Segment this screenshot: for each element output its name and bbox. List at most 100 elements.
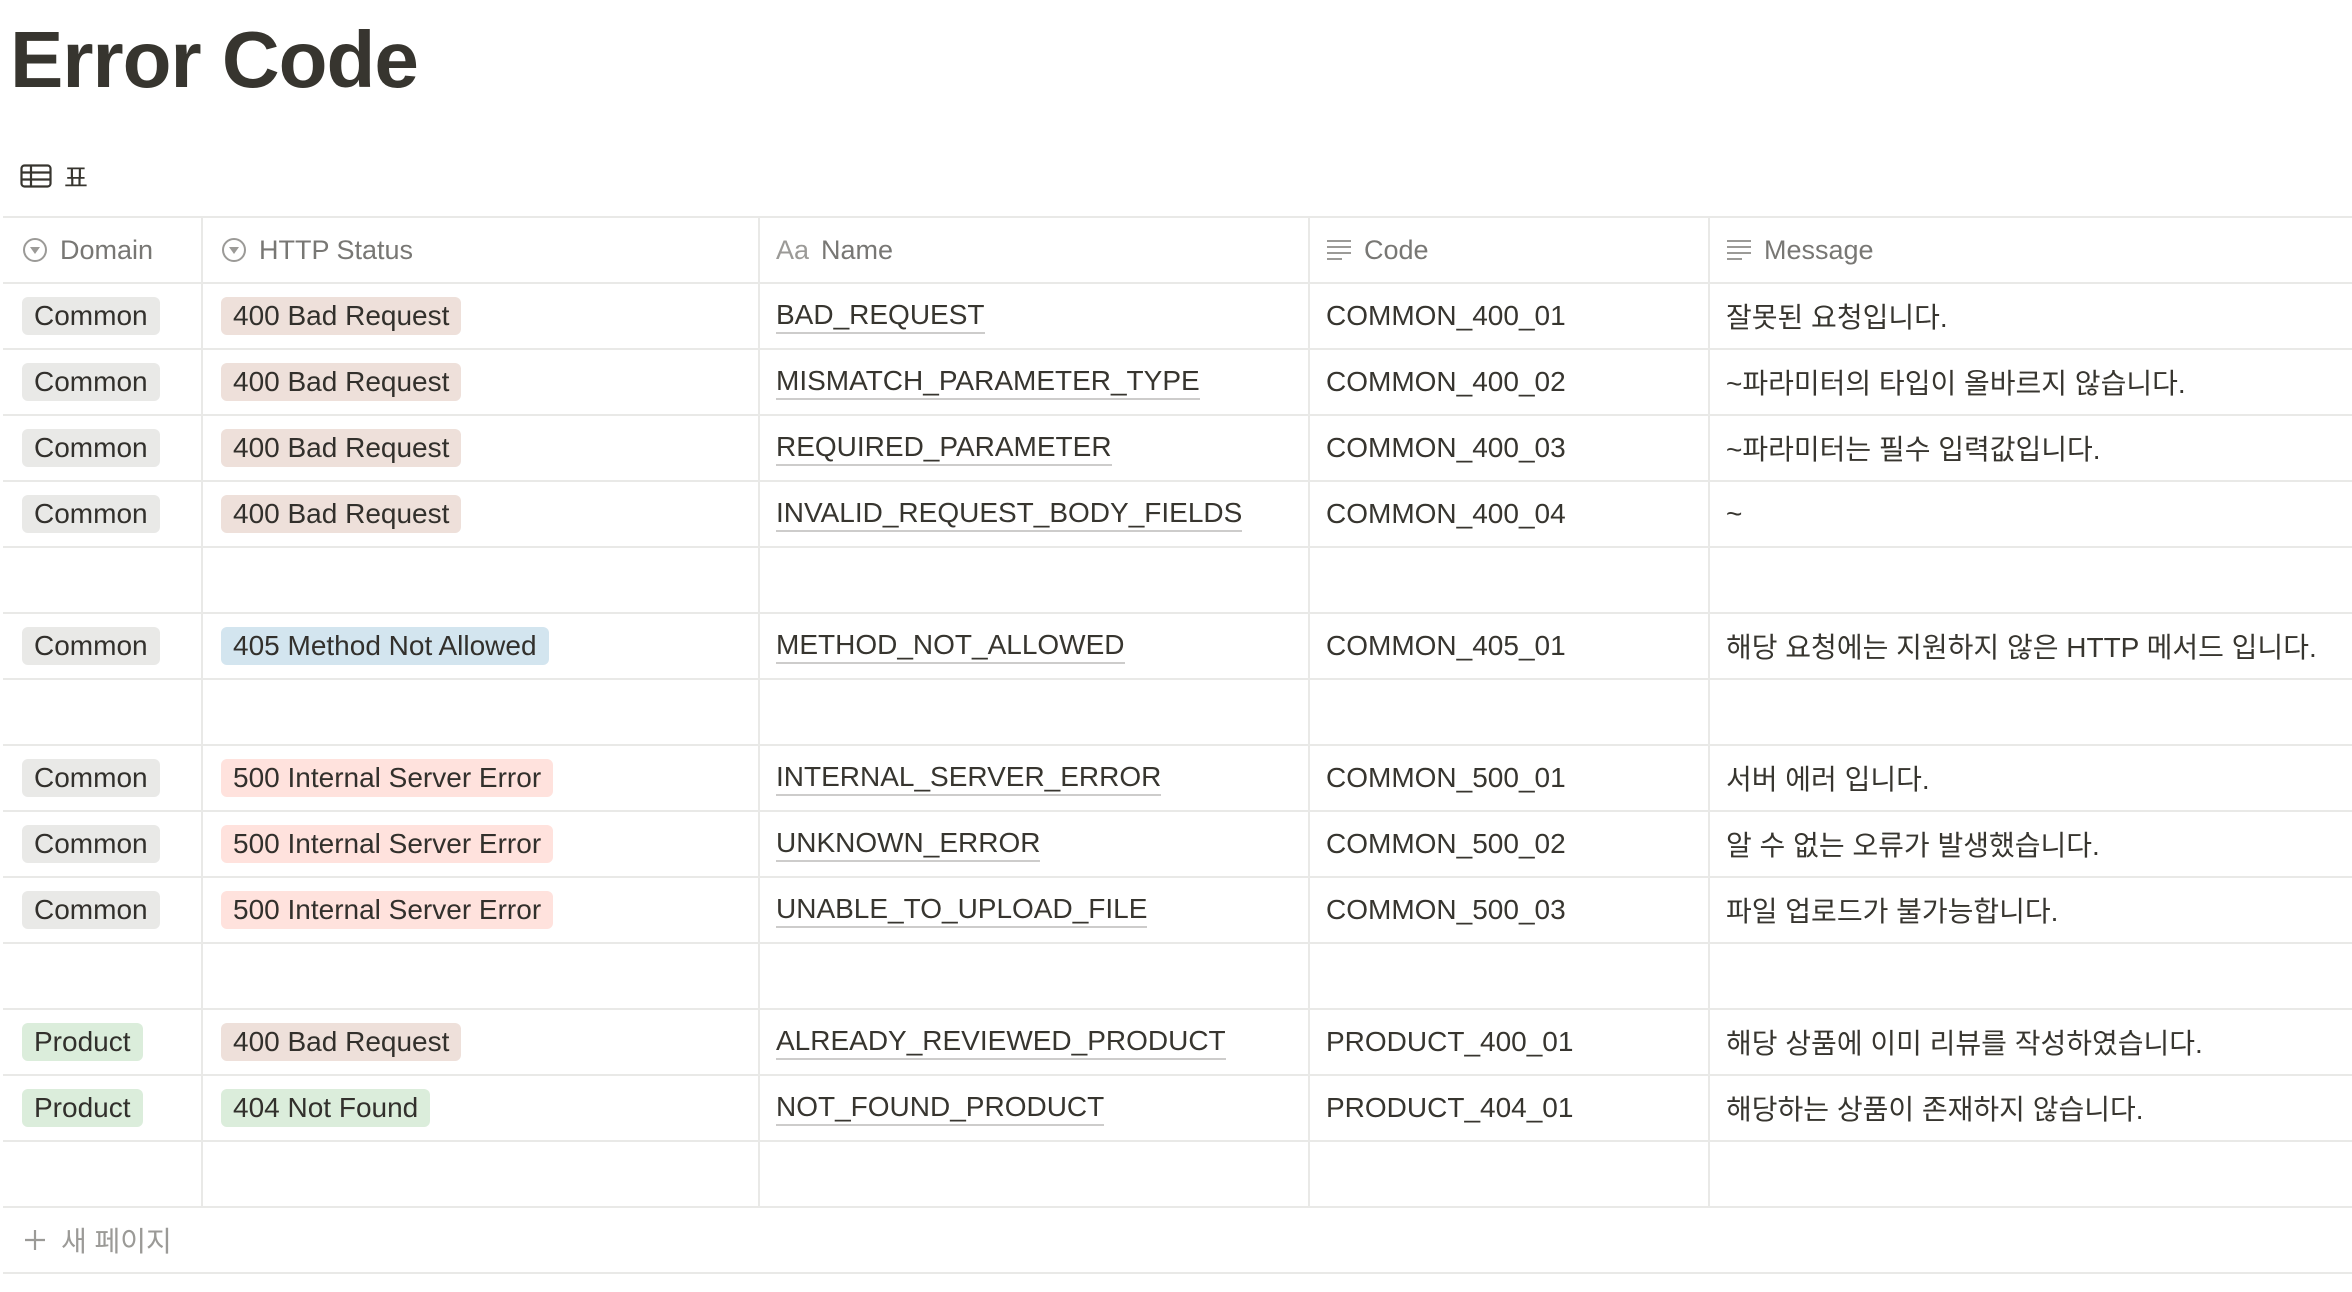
message-cell[interactable]: 해당 상품에 이미 리뷰를 작성하였습니다. — [1710, 1010, 2352, 1074]
table-row[interactable]: Common 500 Internal Server Error UNKNOWN_E… — [3, 812, 2352, 878]
name-cell[interactable] — [760, 548, 1310, 612]
code-cell[interactable]: COMMON_405_01 — [1310, 614, 1710, 678]
row-name-link[interactable]: INTERNAL_SERVER_ERROR — [776, 760, 1162, 796]
http-status-cell[interactable]: 500 Internal Server Error — [203, 746, 760, 810]
domain-cell[interactable]: Common — [3, 614, 203, 678]
http-status-cell[interactable]: 500 Internal Server Error — [203, 878, 760, 942]
message-cell[interactable]: 해당하는 상품이 존재하지 않습니다. — [1710, 1076, 2352, 1140]
code-cell[interactable] — [1310, 548, 1710, 612]
http-status-cell[interactable] — [203, 680, 760, 744]
message-cell[interactable]: 서버 에러 입니다. — [1710, 746, 2352, 810]
name-cell[interactable]: ALREADY_REVIEWED_PRODUCT — [760, 1010, 1310, 1074]
name-cell[interactable]: INVALID_REQUEST_BODY_FIELDS — [760, 482, 1310, 546]
code-cell[interactable]: COMMON_400_04 — [1310, 482, 1710, 546]
code-cell[interactable] — [1310, 1142, 1710, 1206]
name-cell[interactable]: NOT_FOUND_PRODUCT — [760, 1076, 1310, 1140]
domain-cell[interactable]: Common — [3, 416, 203, 480]
empty-table-row[interactable] — [3, 680, 2352, 746]
code-cell[interactable] — [1310, 680, 1710, 744]
row-name-link[interactable]: METHOD_NOT_ALLOWED — [776, 628, 1125, 664]
row-name-link[interactable]: INVALID_REQUEST_BODY_FIELDS — [776, 496, 1243, 532]
row-name-link[interactable]: UNABLE_TO_UPLOAD_FILE — [776, 892, 1148, 928]
http-status-cell[interactable] — [203, 944, 760, 1008]
table-row[interactable]: Product 400 Bad Request ALREADY_REVIEWED_P… — [3, 1010, 2352, 1076]
http-status-cell[interactable]: 400 Bad Request — [203, 482, 760, 546]
table-row[interactable]: Common 400 Bad Request INVALID_REQUEST_BOD… — [3, 482, 2352, 548]
message-cell[interactable]: 파일 업로드가 불가능합니다. — [1710, 878, 2352, 942]
name-cell[interactable] — [760, 1142, 1310, 1206]
domain-cell[interactable]: Common — [3, 284, 203, 348]
code-cell[interactable]: PRODUCT_400_01 — [1310, 1010, 1710, 1074]
domain-cell[interactable]: Product — [3, 1076, 203, 1140]
code-cell[interactable]: PRODUCT_404_01 — [1310, 1076, 1710, 1140]
row-name-link[interactable]: ALREADY_REVIEWED_PRODUCT — [776, 1024, 1226, 1060]
name-cell[interactable] — [760, 680, 1310, 744]
table-row[interactable]: Common 405 Method Not Allowed METHOD_NOT_A… — [3, 614, 2352, 680]
table-row[interactable]: Common 500 Internal Server Error INTERNAL_… — [3, 746, 2352, 812]
name-cell[interactable] — [760, 944, 1310, 1008]
table-row[interactable]: Common 400 Bad Request BAD_REQUEST COMMON_4… — [3, 284, 2352, 350]
column-header-name[interactable]: Aa Name — [760, 218, 1310, 282]
name-cell[interactable]: REQUIRED_PARAMETER — [760, 416, 1310, 480]
code-cell[interactable]: COMMON_500_01 — [1310, 746, 1710, 810]
domain-cell[interactable]: Common — [3, 746, 203, 810]
domain-cell[interactable] — [3, 548, 203, 612]
message-cell[interactable]: 해당 요청에는 지원하지 않은 HTTP 메서드 입니다. — [1710, 614, 2352, 678]
column-header-http-status[interactable]: HTTP Status — [203, 218, 760, 282]
code-cell[interactable]: COMMON_500_02 — [1310, 812, 1710, 876]
domain-cell[interactable]: Product — [3, 1010, 203, 1074]
domain-cell[interactable]: Common — [3, 878, 203, 942]
empty-table-row[interactable] — [3, 944, 2352, 1010]
domain-cell[interactable]: Common — [3, 350, 203, 414]
http-status-cell[interactable] — [203, 548, 760, 612]
domain-cell[interactable]: Common — [3, 482, 203, 546]
message-cell[interactable]: 알 수 없는 오류가 발생했습니다. — [1710, 812, 2352, 876]
name-cell[interactable]: METHOD_NOT_ALLOWED — [760, 614, 1310, 678]
code-cell[interactable]: COMMON_500_03 — [1310, 878, 1710, 942]
message-cell[interactable]: ~ — [1710, 482, 2352, 546]
table-row[interactable]: Product 404 Not Found NOT_FOUND_PRODUCT PRO… — [3, 1076, 2352, 1142]
empty-table-row[interactable] — [3, 1142, 2352, 1208]
http-status-cell[interactable]: 404 Not Found — [203, 1076, 760, 1140]
domain-cell[interactable] — [3, 1142, 203, 1206]
column-header-message[interactable]: Message — [1710, 218, 2352, 282]
table-row[interactable]: Common 500 Internal Server Error UNABLE_TO… — [3, 878, 2352, 944]
http-status-cell[interactable]: 400 Bad Request — [203, 1010, 760, 1074]
message-cell[interactable] — [1710, 680, 2352, 744]
name-cell[interactable]: BAD_REQUEST — [760, 284, 1310, 348]
row-name-link[interactable]: BAD_REQUEST — [776, 298, 985, 334]
table-row[interactable]: Common 400 Bad Request MISMATCH_PARAMETER_… — [3, 350, 2352, 416]
new-page-button[interactable]: 새 페이지 — [3, 1208, 2352, 1274]
http-status-cell[interactable]: 405 Method Not Allowed — [203, 614, 760, 678]
row-name-link[interactable]: UNKNOWN_ERROR — [776, 826, 1041, 862]
code-cell[interactable]: COMMON_400_02 — [1310, 350, 1710, 414]
row-name-link[interactable]: NOT_FOUND_PRODUCT — [776, 1090, 1105, 1126]
code-cell[interactable] — [1310, 944, 1710, 1008]
table-row[interactable]: Common 400 Bad Request REQUIRED_PARAMETER C… — [3, 416, 2352, 482]
row-name-link[interactable]: MISMATCH_PARAMETER_TYPE — [776, 364, 1200, 400]
message-cell[interactable]: ~파라미터의 타입이 올바르지 않습니다. — [1710, 350, 2352, 414]
name-cell[interactable]: UNKNOWN_ERROR — [760, 812, 1310, 876]
domain-cell[interactable]: Common — [3, 812, 203, 876]
message-cell[interactable] — [1710, 1142, 2352, 1206]
column-header-code[interactable]: Code — [1310, 218, 1710, 282]
http-status-cell[interactable]: 400 Bad Request — [203, 350, 760, 414]
http-status-cell[interactable]: 400 Bad Request — [203, 284, 760, 348]
page-title[interactable]: Error Code — [10, 10, 419, 110]
http-status-cell[interactable] — [203, 1142, 760, 1206]
message-cell[interactable]: 잘못된 요청입니다. — [1710, 284, 2352, 348]
http-status-cell[interactable]: 500 Internal Server Error — [203, 812, 760, 876]
domain-cell[interactable] — [3, 944, 203, 1008]
code-cell[interactable]: COMMON_400_03 — [1310, 416, 1710, 480]
message-cell[interactable]: ~파라미터는 필수 입력값입니다. — [1710, 416, 2352, 480]
column-header-domain[interactable]: Domain — [3, 218, 203, 282]
empty-table-row[interactable] — [3, 548, 2352, 614]
http-status-cell[interactable]: 400 Bad Request — [203, 416, 760, 480]
domain-cell[interactable] — [3, 680, 203, 744]
message-cell[interactable] — [1710, 548, 2352, 612]
view-tab-table[interactable]: 표 — [20, 158, 88, 194]
row-name-link[interactable]: REQUIRED_PARAMETER — [776, 430, 1112, 466]
code-cell[interactable]: COMMON_400_01 — [1310, 284, 1710, 348]
name-cell[interactable]: UNABLE_TO_UPLOAD_FILE — [760, 878, 1310, 942]
name-cell[interactable]: INTERNAL_SERVER_ERROR — [760, 746, 1310, 810]
